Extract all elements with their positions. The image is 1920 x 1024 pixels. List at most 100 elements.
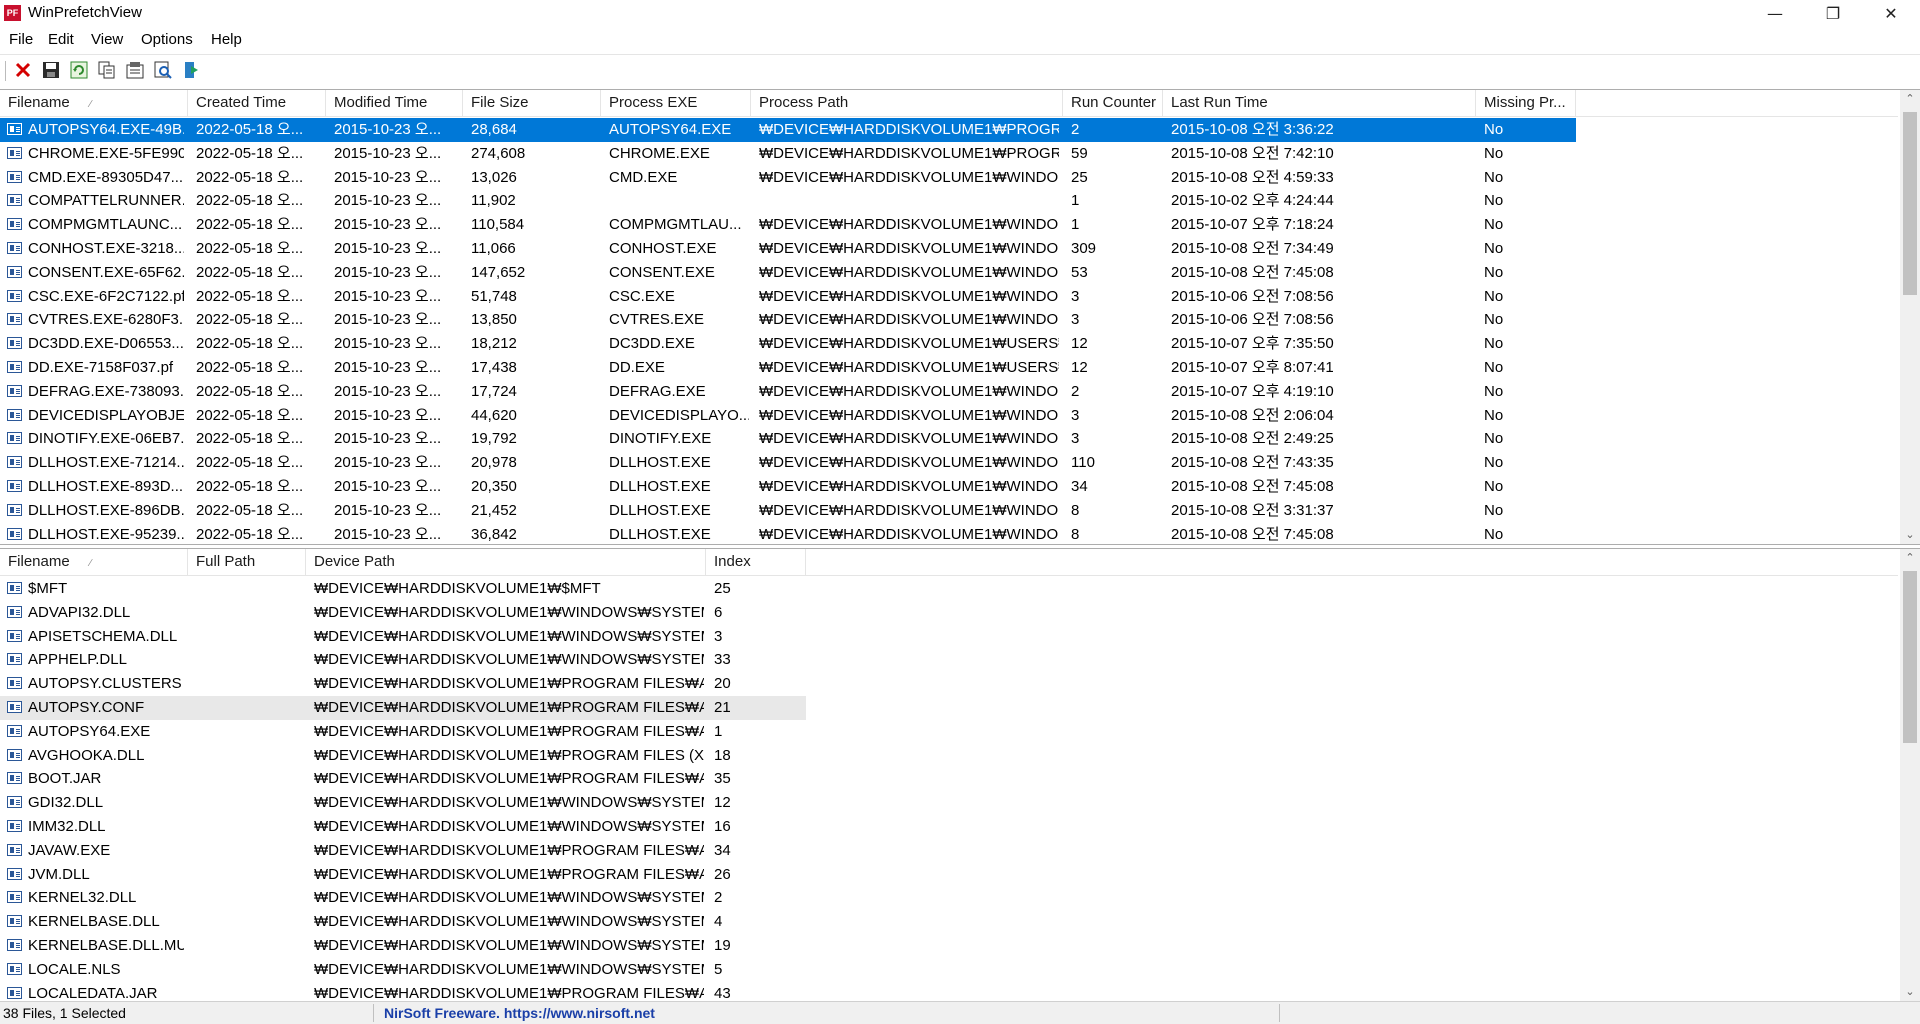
table-row[interactable]: DINOTIFY.EXE-06EB7... 2022-05-18 오... 2015… [0,427,1576,451]
file-icon [7,891,22,904]
column-process-exe[interactable]: Process EXE [601,90,751,116]
loaded-files-list[interactable]: Filename ∕ Full Path Device Path Index $M… [0,548,1920,1002]
cell-run-counter: 34 [1071,477,1088,495]
table-row[interactable]: COMPATTELRUNNER.... 2022-05-18 오... 2015-1… [0,189,1576,213]
table-row[interactable]: AUTOPSY64.EXE ₩DEVICE₩HARDDISKVOLUME1₩PRO… [0,720,806,744]
cell-filename: CONSENT.EXE-65F62... [28,263,184,281]
table-row[interactable]: LOCALEDATA.JAR ₩DEVICE₩HARDDISKVOLUME1₩PR… [0,982,806,1001]
table-row[interactable]: DLLHOST.EXE-71214... 2022-05-18 오... 2015-… [0,451,1576,475]
cell-last-run-time: 2015-10-02 오후 4:24:44 [1171,192,1334,210]
column-index[interactable]: Index [706,549,806,575]
table-row[interactable]: AUTOPSY.CONF ₩DEVICE₩HARDDISKVOLUME1₩PROG… [0,695,806,720]
table-row[interactable]: DLLHOST.EXE-95239... 2022-05-18 오... 2015-… [0,523,1576,544]
scroll-up-icon[interactable]: ⌃ [1900,549,1920,567]
cell-missing-processes: No [1484,168,1504,186]
table-row[interactable]: JVM.DLL ₩DEVICE₩HARDDISKVOLUME1₩PROGRAM F… [0,863,806,887]
save-icon[interactable] [40,59,62,81]
scroll-down-icon[interactable]: ⌄ [1900,526,1920,544]
column-created-time[interactable]: Created Time [188,90,326,116]
find-icon[interactable] [152,59,174,81]
table-row[interactable]: DLLHOST.EXE-896DB... 2022-05-18 오... 2015-… [0,499,1576,523]
table-row[interactable]: IMM32.DLL ₩DEVICE₩HARDDISKVOLUME1₩WINDOWS… [0,815,806,839]
properties-icon[interactable] [124,59,146,81]
table-row[interactable]: KERNELBASE.DLL.MUI ₩DEVICE₩HARDDISKVOLUME… [0,934,806,958]
cell-device-path: ₩DEVICE₩HARDDISKVOLUME1₩WINDOWS₩SYSTEM..… [314,651,704,669]
column-run-counter[interactable]: Run Counter [1063,90,1163,116]
column-filename[interactable]: Filename ∕ [0,90,188,116]
table-row[interactable]: DEFRAG.EXE-738093... 2022-05-18 오... 2015-… [0,380,1576,404]
cell-file-size: 274,608 [471,144,526,162]
table-row[interactable]: DC3DD.EXE-D06553... 2022-05-18 오... 2015-1… [0,332,1576,356]
cell-device-path: ₩DEVICE₩HARDDISKVOLUME1₩WINDOWS₩SYSTEM..… [314,603,704,621]
scroll-thumb[interactable] [1903,112,1917,295]
table-row[interactable]: CHROME.EXE-5FE990... 2022-05-18 오... 2015-… [0,142,1576,166]
table-row[interactable]: COMPMGMTLAUNC... 2022-05-18 오... 2015-10-2… [0,213,1576,237]
table-row[interactable]: DD.EXE-7158F037.pf 2022-05-18 오... 2015-10… [0,356,1576,380]
table-row[interactable]: APISETSCHEMA.DLL ₩DEVICE₩HARDDISKVOLUME1₩… [0,625,806,649]
cell-modified-time: 2015-10-23 오... [334,263,442,281]
scroll-down-icon[interactable]: ⌄ [1900,983,1920,1001]
table-row[interactable]: JAVAW.EXE ₩DEVICE₩HARDDISKVOLUME1₩PROGRAM… [0,839,806,863]
table-row[interactable]: GDI32.DLL ₩DEVICE₩HARDDISKVOLUME1₩WINDOWS… [0,791,806,815]
cell-run-counter: 12 [1071,358,1088,376]
cell-missing-processes: No [1484,239,1504,257]
column-missing-processes[interactable]: Missing Pr... [1476,90,1576,116]
menu-view[interactable]: View [91,31,123,48]
menu-help[interactable]: Help [211,31,242,48]
nirsoft-link[interactable]: NirSoft Freeware. https://www.nirsoft.ne… [384,1005,655,1021]
table-row[interactable]: CONHOST.EXE-3218... 2022-05-18 오... 2015-1… [0,237,1576,261]
cell-last-run-time: 2015-10-08 오전 7:45:08 [1171,263,1334,281]
menu-file[interactable]: File [9,31,33,48]
column-filename[interactable]: Filename ∕ [0,549,188,575]
menu-options[interactable]: Options [141,31,193,48]
bottom-vertical-scrollbar[interactable]: ⌃ ⌄ [1900,549,1920,1001]
exit-icon[interactable] [180,59,202,81]
column-modified-time[interactable]: Modified Time [326,90,463,116]
menu-edit[interactable]: Edit [48,31,74,48]
scroll-up-icon[interactable]: ⌃ [1900,90,1920,108]
restore-button[interactable]: ❐ [1804,0,1862,27]
table-row[interactable]: CVTRES.EXE-6280F3... 2022-05-18 오... 2015-… [0,308,1576,332]
table-row[interactable]: AUTOPSY.CLUSTERS ₩DEVICE₩HARDDISKVOLUME1₩… [0,672,806,696]
table-row[interactable]: LOCALE.NLS ₩DEVICE₩HARDDISKVOLUME1₩WINDOW… [0,958,806,982]
status-bar: 38 Files, 1 Selected NirSoft Freeware. h… [0,1001,1920,1024]
column-file-size[interactable]: File Size [463,90,601,116]
table-row[interactable]: $MFT ₩DEVICE₩HARDDISKVOLUME1₩$MFT 25 [0,577,806,601]
cell-filename: DLLHOST.EXE-896DB... [28,501,184,519]
cell-file-size: 13,026 [471,168,517,186]
cell-last-run-time: 2015-10-08 오전 7:34:49 [1171,239,1334,257]
table-row[interactable]: AVGHOOKA.DLL ₩DEVICE₩HARDDISKVOLUME1₩PROG… [0,744,806,768]
table-row[interactable]: KERNELBASE.DLL ₩DEVICE₩HARDDISKVOLUME1₩WI… [0,910,806,934]
table-row[interactable]: APPHELP.DLL ₩DEVICE₩HARDDISKVOLUME1₩WINDO… [0,648,806,672]
close-window-button[interactable]: ✕ [1862,0,1920,27]
refresh-icon[interactable] [68,59,90,81]
table-row[interactable]: DLLHOST.EXE-893D... 2022-05-18 오... 2015-1… [0,475,1576,499]
minimize-button[interactable]: — [1746,0,1804,27]
cell-process-path: ₩DEVICE₩HARDDISKVOLUME1₩WINDO... [759,216,1059,234]
column-device-path[interactable]: Device Path [306,549,706,575]
table-row[interactable]: CONSENT.EXE-65F62... 2022-05-18 오... 2015-… [0,261,1576,285]
cell-modified-time: 2015-10-23 오... [334,454,442,472]
file-icon [7,938,22,951]
table-row[interactable]: ADVAPI32.DLL ₩DEVICE₩HARDDISKVOLUME1₩WIND… [0,601,806,625]
copy-icon[interactable] [96,59,118,81]
table-row[interactable]: KERNEL32.DLL ₩DEVICE₩HARDDISKVOLUME1₩WIND… [0,886,806,910]
table-row[interactable]: DEVICEDISPLAYOBJE... 2022-05-18 오... 2015-… [0,404,1576,428]
cell-filename: COMPMGMTLAUNC... [28,216,183,234]
cell-filename: AUTOPSY64.EXE-49B... [28,121,184,138]
delete-icon[interactable] [12,59,34,81]
cell-missing-processes: No [1484,144,1504,162]
column-full-path[interactable]: Full Path [188,549,306,575]
cell-process-path: ₩DEVICE₩HARDDISKVOLUME1₩PROGRA... [759,144,1059,162]
table-row[interactable]: AUTOPSY64.EXE-49B... 2022-05-18 오... 2015-… [0,118,1576,142]
table-row[interactable]: CMD.EXE-89305D47.... 2022-05-18 오... 2015-… [0,166,1576,190]
cell-filename: CSC.EXE-6F2C7122.pf [28,287,184,305]
column-process-path[interactable]: Process Path [751,90,1063,116]
column-last-run-time[interactable]: Last Run Time [1163,90,1476,116]
cell-index: 4 [714,913,723,931]
table-row[interactable]: CSC.EXE-6F2C7122.pf 2022-05-18 오... 2015-1… [0,285,1576,309]
prefetch-files-list[interactable]: Filename ∕ Created Time Modified Time Fil… [0,89,1920,545]
scroll-thumb[interactable] [1903,571,1917,743]
top-vertical-scrollbar[interactable]: ⌃ ⌄ [1900,90,1920,544]
table-row[interactable]: BOOT.JAR ₩DEVICE₩HARDDISKVOLUME1₩PROGRAM … [0,767,806,791]
